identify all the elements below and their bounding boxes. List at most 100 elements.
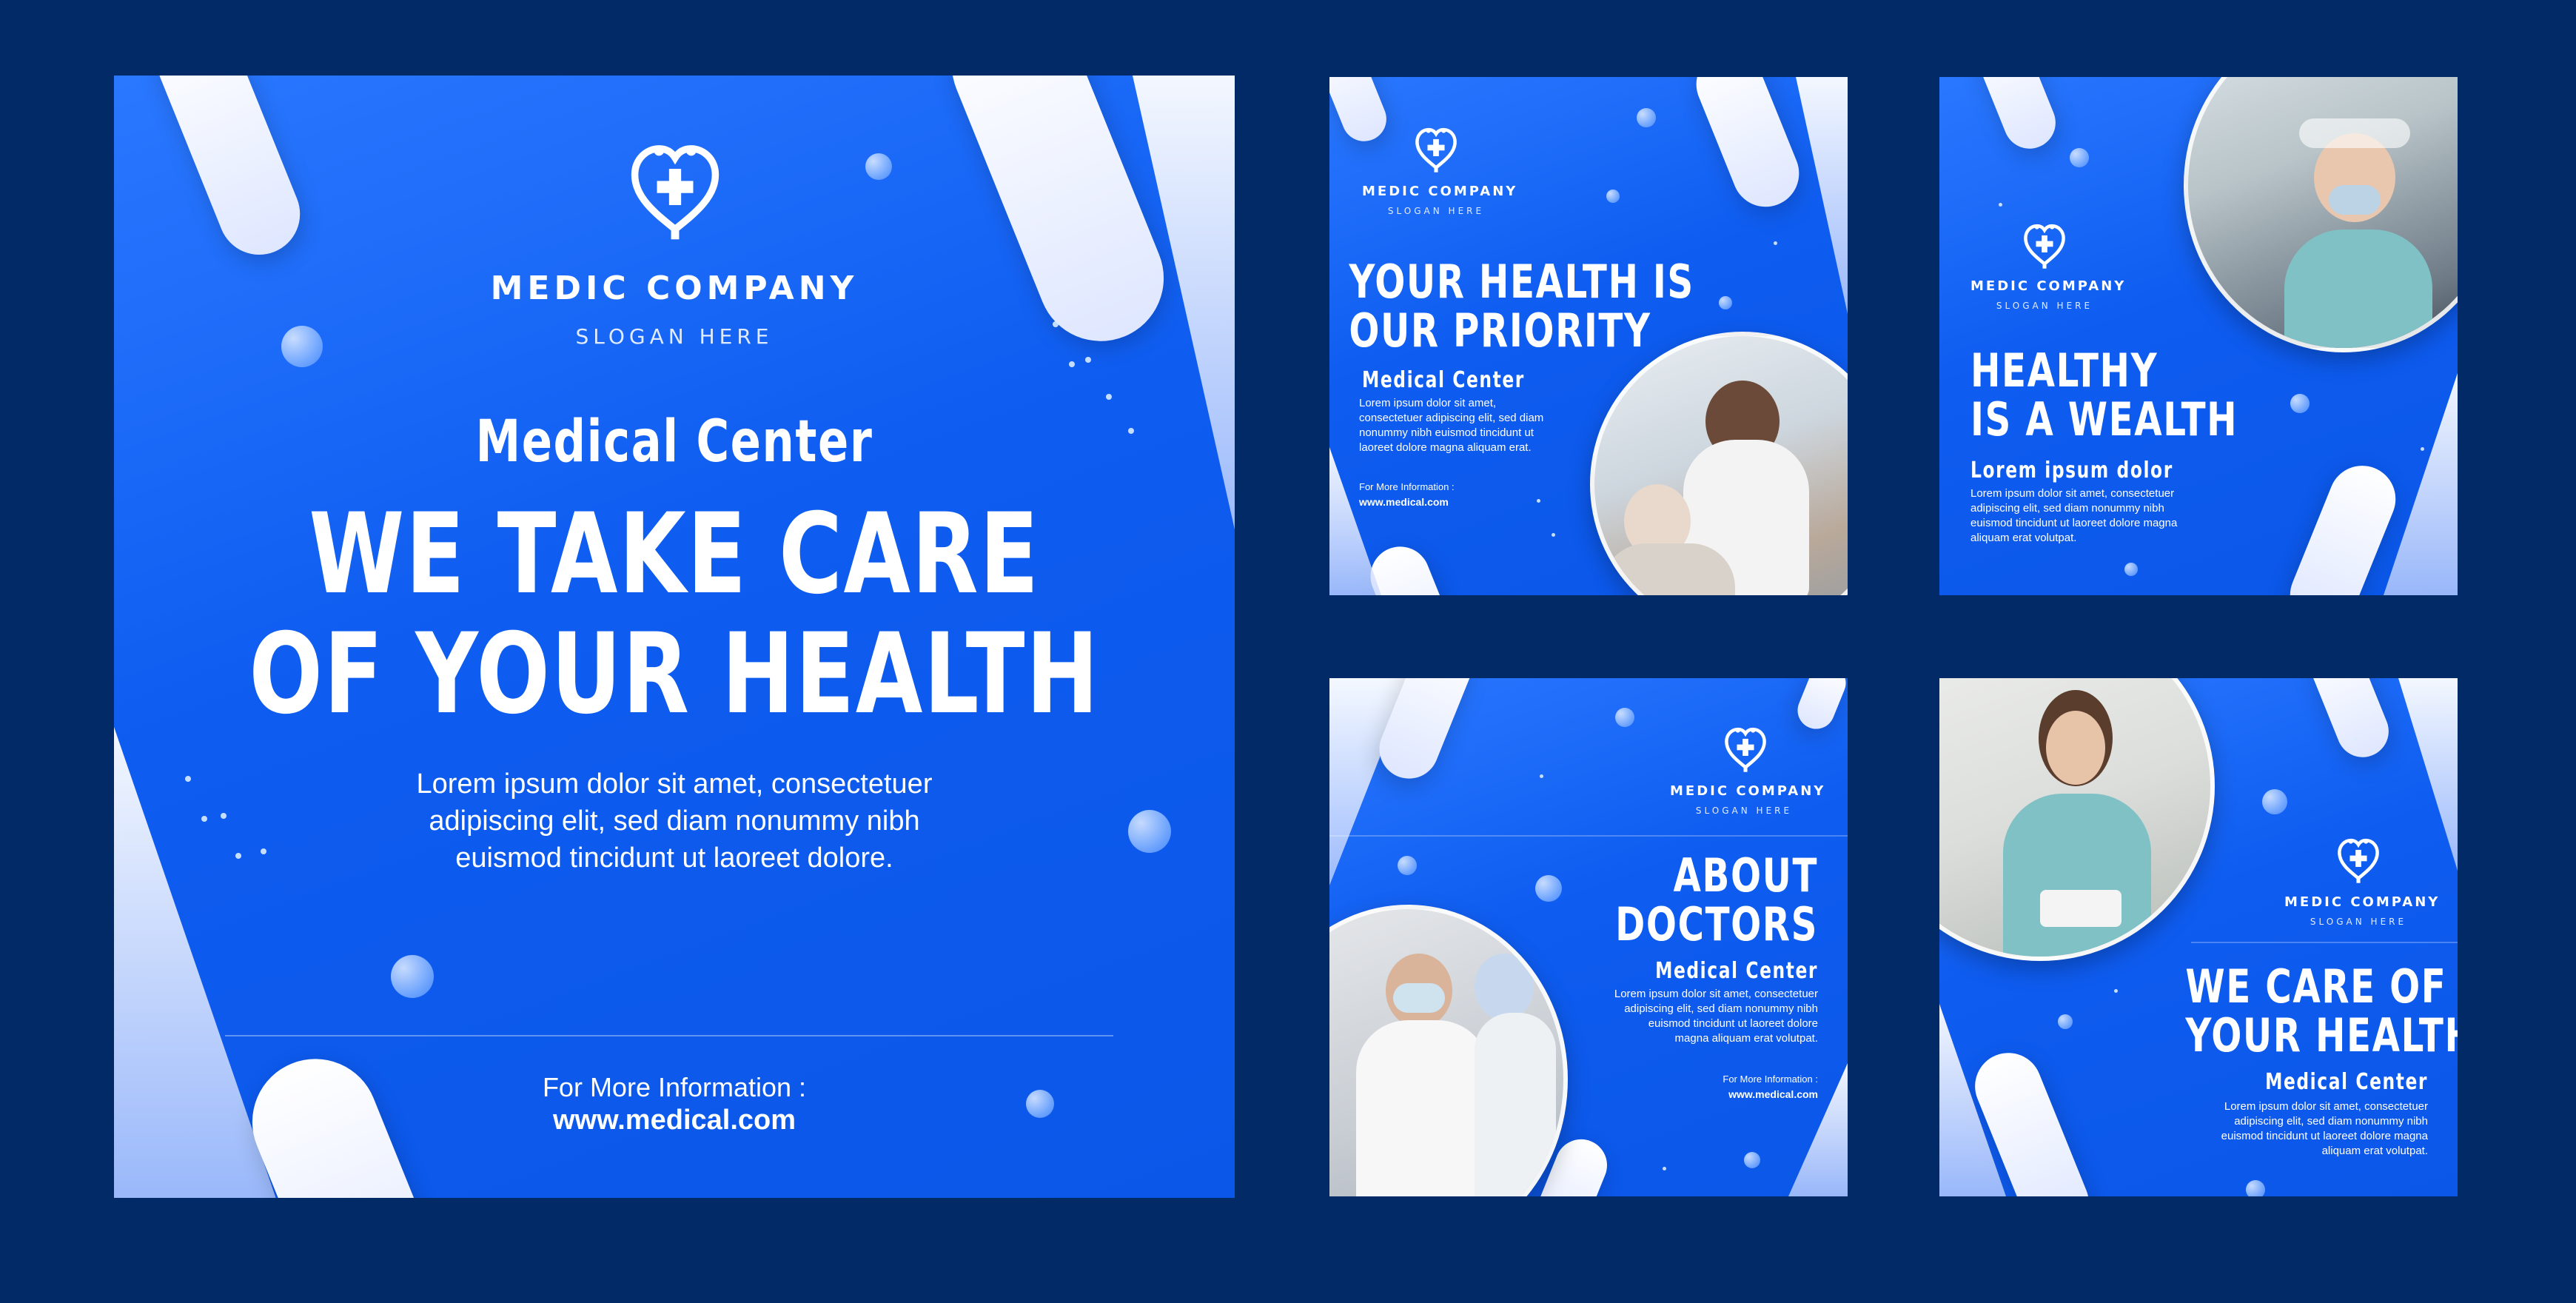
body-line-3: nonummy nibh euismod tincidunt ut [1359,426,1534,439]
body-line-4: aliquam erat volutpat. [1970,532,2077,544]
decor-ball [1535,875,1562,902]
brand-slogan: SLOGAN HERE [1996,301,2093,311]
photo-figure [2329,185,2381,215]
brand-slogan: SLOGAN HERE [1695,805,1793,816]
decor-dot [1663,1167,1666,1170]
heart-cross-stethoscope-icon [1722,726,1769,773]
brand-name: MEDIC COMPANY [1970,278,2127,294]
headline-line-2: YOUR HEALTH [2185,1008,2458,1062]
headline-line-1: WE TAKE CARE [309,490,1040,619]
subtitle: Lorem ipsum dolor [1970,458,2173,483]
info-label: For More Information : [1723,1073,1818,1085]
headline-line-1: ABOUT [1673,848,1818,902]
subtitle: Medical Center [475,409,873,475]
body-line-1: Lorem ipsum dolor sit amet, consectetuer [416,768,933,800]
decor-dot [1552,533,1555,537]
two-doctors-masks-photo [1329,905,1568,1196]
brand-slogan: SLOGAN HERE [575,324,774,349]
decor-dot [2114,989,2118,993]
body-line-1: Lorem ipsum dolor sit amet, consectetuer [1614,988,1818,1000]
divider-line [225,1035,1113,1036]
subtitle: Medical Center [2265,1069,2428,1095]
brand-name: MEDIC COMPANY [490,269,859,307]
decor-dot [1540,774,1543,778]
body-line-3: euismod tincidunt ut laoreet dolore magn… [2221,1130,2428,1142]
decor-ball [1615,708,1634,727]
decor-dot [1085,357,1091,363]
decor-dot [1128,428,1134,434]
main-post-card: MEDIC COMPANY SLOGAN HERE Medical Center… [114,76,1235,1198]
photo-figure [1602,543,1735,595]
body-line-2: adipiscing elit, sed diam nonummy nibh [1624,1002,1818,1015]
headline-line-2: OUR PRIORITY [1349,304,1651,358]
headline-line-2: DOCTORS [1615,897,1818,951]
photo-figure [2284,230,2432,348]
website-link[interactable]: www.medical.com [114,1105,1235,1136]
post-card-we-care: MEDIC COMPANY SLOGAN HERE WE CARE OF YOU… [1939,678,2458,1196]
decor-ball [2290,394,2310,413]
subtitle: Medical Center [1362,367,1525,393]
headline-line-2: OF YOUR HEALTH [249,610,1100,739]
body-line-2: consectetuer adipiscing elit, sed diam [1359,412,1544,424]
brand-name: MEDIC COMPANY [2284,894,2441,910]
decor-pill [2304,678,2397,766]
headline-line-1: YOUR HEALTH IS [1349,255,1694,309]
photo-figure [2299,118,2410,148]
photo-figure [1475,1013,1556,1196]
photo-figure [1475,954,1534,1020]
body-line-4: aliquam erat volutpat. [2321,1145,2428,1157]
body-line-3: euismod tincidunt ut laoreet dolore [1648,1017,1818,1030]
body-line-4: magna aliquam erat volutpat. [1674,1032,1818,1045]
photo-figure [1393,983,1445,1013]
body-line-3: euismod tincidunt ut laoreet dolore magn… [1970,517,2178,529]
headline-line-1: WE CARE OF [2185,959,2447,1014]
post-card-health-priority: MEDIC COMPANY SLOGAN HERE YOUR HEALTH IS… [1329,77,1848,595]
heart-cross-stethoscope-icon [625,141,725,241]
decor-dot [1069,361,1075,367]
brand-name: MEDIC COMPANY [1670,783,1826,799]
website-link[interactable]: www.medical.com [1359,496,1449,508]
decor-dot [2421,447,2424,451]
heart-cross-stethoscope-icon [2021,222,2068,269]
decor-wedge [1329,447,1381,595]
decor-dot [2354,737,2358,741]
face-shield-nurse-photo [2184,77,2458,352]
heart-cross-stethoscope-icon [1412,126,1460,173]
brand-name: MEDIC COMPANY [1362,184,1518,199]
info-label: For More Information : [542,1072,807,1102]
body-line-1: Lorem ipsum dolor sit amet, [1359,397,1497,409]
website-link[interactable]: www.medical.com [1552,1088,1818,1100]
decor-pill [2280,455,2406,595]
body-line-1: Lorem ipsum dolor sit amet, consectetuer [2224,1100,2428,1113]
decor-ball [1637,108,1656,127]
decor-dot [1999,203,2002,207]
decor-wedge [2384,373,2458,595]
headline-line-2: IS A WEALTH [1970,392,2238,446]
body-line-2: adipiscing elit, sed diam nonummy nibh [429,805,920,837]
decor-ball [865,153,892,180]
decor-ball [2058,1014,2073,1029]
body-line-2: adipiscing elit, sed diam nonummy nibh [1970,502,2164,515]
decor-ball [2070,148,2089,167]
body-line-4: laoreet dolore magna aliquam erat. [1359,441,1532,454]
photo-figure [2040,890,2121,927]
brand-slogan: SLOGAN HERE [1387,206,1485,216]
nurse-tablet-photo [1939,678,2215,961]
post-card-about-doctors: MEDIC COMPANY SLOGAN HERE ABOUT DOCTORS … [1329,678,1848,1196]
nurse-elderly-patient-photo [1590,332,1848,595]
subtitle: Medical Center [1655,958,1818,984]
decor-ball [2262,789,2287,814]
decor-ball [2246,1180,2265,1196]
heart-cross-stethoscope-icon [2335,837,2382,884]
decor-ball [2124,563,2138,576]
divider-line [2191,942,2458,943]
brand-slogan: SLOGAN HERE [2310,917,2407,927]
photo-figure [2003,794,2151,957]
photo-figure [2046,711,2105,785]
photo-figure [1356,1020,1489,1196]
body-line-1: Lorem ipsum dolor sit amet, consectetuer [1970,487,2175,500]
headline-line-1: HEALTHY [1970,344,2159,398]
decor-dot [1537,499,1540,503]
decor-ball [391,955,434,998]
decor-dot [1774,241,1777,245]
